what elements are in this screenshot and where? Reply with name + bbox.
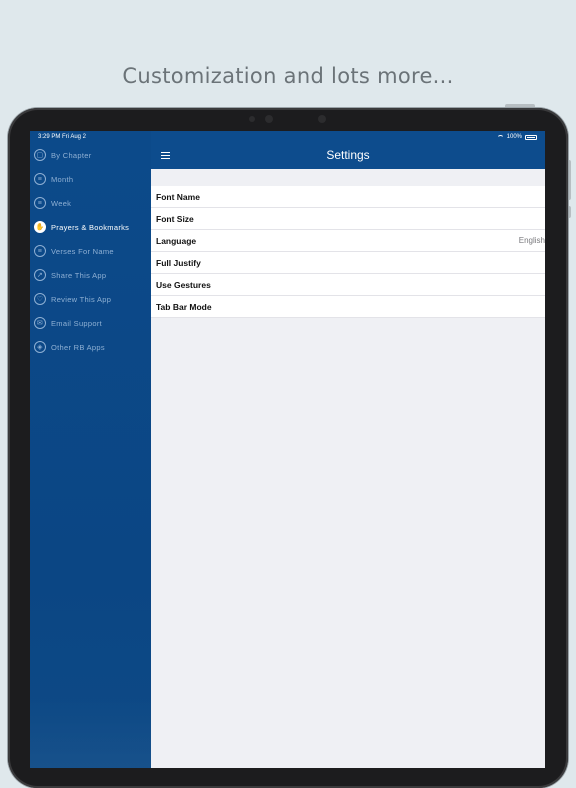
sidebar-item-label: Email Support (51, 318, 103, 328)
praying-hands-icon: ✋ (34, 221, 46, 233)
sidebar-item-label: By Chapter (51, 150, 92, 160)
sidebar-item-other-rb-apps[interactable]: ◈ Other RB Apps (34, 338, 105, 356)
page-title: Settings (326, 148, 370, 162)
settings-row-language[interactable]: Language English (151, 230, 545, 252)
settings-row-label: Font Name (156, 192, 200, 202)
settings-row-font-name[interactable]: Font Name (151, 186, 545, 208)
book-icon: ▢ (34, 149, 46, 161)
sidebar-item-label: Share This App (51, 270, 107, 280)
sidebar-item-verses-for-name[interactable]: ≡ Verses For Name (34, 242, 114, 260)
camera-sensor (249, 116, 255, 122)
thumbs-up-icon: ♡ (34, 293, 46, 305)
settings-row-use-gestures[interactable]: Use Gestures (151, 274, 545, 296)
apps-icon: ◈ (34, 341, 46, 353)
sidebar-item-share-this-app[interactable]: ↗ Share This App (34, 266, 106, 284)
headline: Customization and lots more... (122, 64, 454, 88)
battery-icon (525, 134, 537, 140)
settings-row-font-size[interactable]: Font Size (151, 208, 545, 230)
sidebar-background-image (30, 698, 151, 768)
list-icon: ≡ (34, 197, 46, 209)
sidebar-item-label: Month (51, 174, 74, 184)
settings-row-label: Tab Bar Mode (156, 302, 212, 312)
settings-row-label: Full Justify (156, 258, 201, 268)
share-icon: ↗ (34, 269, 46, 281)
sidebar-item-month[interactable]: ≡ Month (34, 170, 73, 188)
battery-percent: 100% (506, 134, 522, 140)
sidebar-item-label: Review This App (51, 294, 112, 304)
sidebar-item-label: Verses For Name (51, 246, 114, 256)
sidebar-item-prayers-bookmarks[interactable]: ✋ Prayers & Bookmarks (34, 218, 129, 236)
sidebar-item-review-this-app[interactable]: ♡ Review This App (34, 290, 111, 308)
sidebar-item-label: Other RB Apps (51, 342, 105, 352)
settings-row-value: English (518, 236, 545, 245)
status-bar: 3:29 PM Fri Aug 2 100% (30, 131, 545, 143)
sidebar-item-week[interactable]: ≡ Week (34, 194, 71, 212)
settings-table: Font Name Font Size Language English Ful… (151, 186, 545, 318)
list-icon: ≡ (34, 173, 46, 185)
settings-row-label: Language (156, 236, 197, 246)
main-content: Settings Font Name Font Size Language En… (151, 131, 545, 768)
sidebar: ▢ By Chapter ≡ Month ≡ Week ✋ Prayers & … (30, 131, 151, 768)
camera-lens (265, 115, 273, 123)
email-icon: ✉ (34, 317, 46, 329)
wifi-icon (496, 134, 504, 140)
screen: 3:29 PM Fri Aug 2 100% ▢ By Chapter ≡ Mo… (30, 131, 545, 768)
sidebar-item-email-support[interactable]: ✉ Email Support (34, 314, 102, 332)
settings-row-tab-bar-mode[interactable]: Tab Bar Mode (151, 296, 545, 318)
settings-row-full-justify[interactable]: Full Justify (151, 252, 545, 274)
status-time: 3:29 PM Fri Aug 2 (38, 134, 87, 140)
settings-row-label: Use Gestures (156, 280, 211, 290)
list-icon: ≡ (34, 245, 46, 257)
sidebar-item-label: Week (51, 198, 72, 208)
sidebar-item-label: Prayers & Bookmarks (51, 222, 130, 232)
sidebar-item-by-chapter[interactable]: ▢ By Chapter (34, 146, 92, 164)
camera-flash (318, 115, 326, 123)
settings-row-label: Font Size (156, 214, 194, 224)
